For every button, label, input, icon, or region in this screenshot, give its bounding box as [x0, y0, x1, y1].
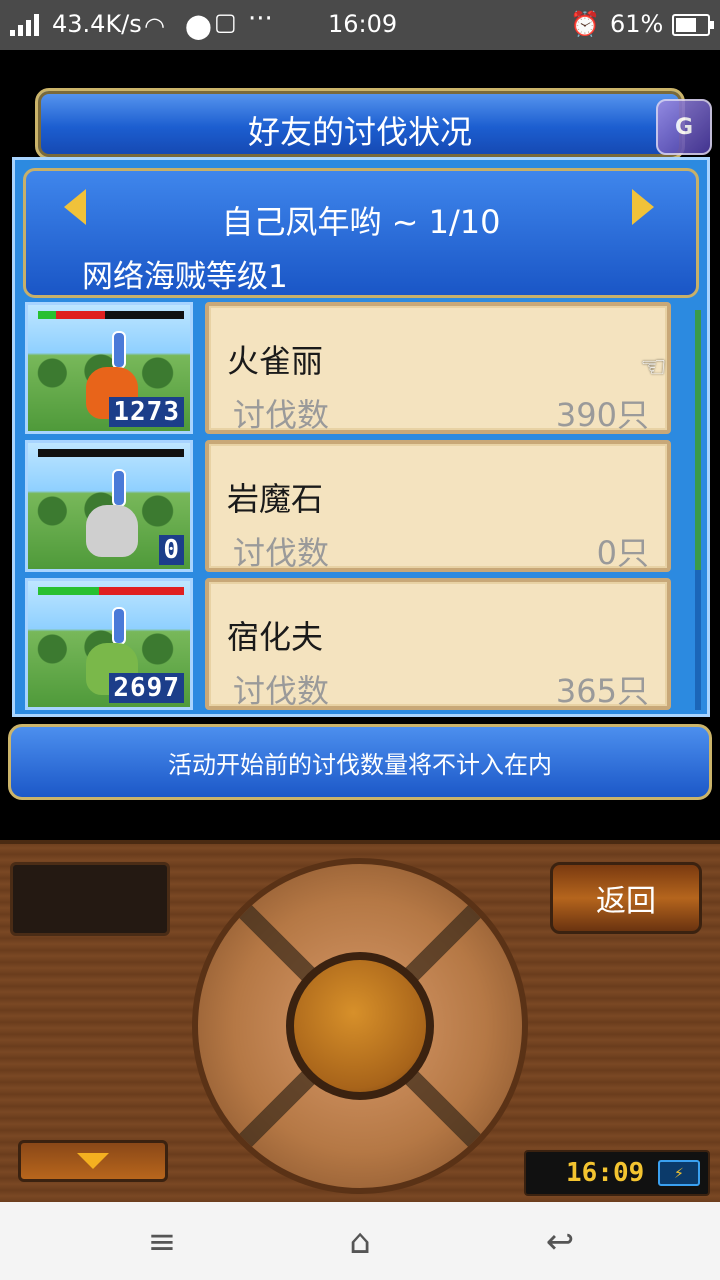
monster-name: 宿化夫 [227, 618, 324, 656]
list-scrollbar[interactable] [695, 310, 701, 710]
dpad-center-button[interactable] [286, 952, 434, 1100]
controller-screen [10, 862, 170, 936]
status-bar: 43.4K/s ◠ ⬤ ▢ ··· 16:09 ⏰ 61% [0, 0, 720, 50]
notice-banner: 活动开始前的讨伐数量将不计入在内 [8, 724, 712, 800]
hp-bar [38, 311, 184, 319]
alert-icon [112, 607, 126, 645]
kill-count: 0只 [596, 534, 649, 572]
game-controller: 返回 16:09 ⚡ [0, 840, 720, 1202]
list-item[interactable]: 0 岩魔石 讨伐数 0只 [23, 438, 683, 574]
gg-badge-icon[interactable]: G [656, 99, 712, 155]
menu-icon[interactable]: ≡ [132, 1220, 192, 1264]
list-item[interactable]: 1273 火雀丽 讨伐数 390只 [23, 300, 683, 436]
monster-level: 0 [159, 535, 184, 565]
back-icon[interactable]: ↩ [530, 1220, 590, 1264]
pirate-level: 网络海贼等级1 [82, 259, 288, 295]
monster-name: 火雀丽 [227, 342, 324, 380]
alarm-icon: ⏰ [570, 10, 600, 38]
down-button[interactable] [18, 1140, 168, 1182]
more-icon: ··· [248, 4, 273, 34]
friends-panel: 自己凤年哟 ~ 1/10 网络海贼等级1 1273 火雀丽 讨伐数 390只 0… [12, 157, 710, 717]
monster-level: 2697 [109, 673, 184, 703]
kill-label: 讨伐数 [233, 534, 330, 572]
friend-header: 自己凤年哟 ~ 1/10 网络海贼等级1 [23, 168, 699, 298]
wifi-icon: ◠ [144, 12, 165, 40]
system-nav-bar: ≡ ⌂ ↩ [0, 1202, 720, 1280]
game-clock: 16:09 ⚡ [524, 1150, 710, 1196]
signal-icon [10, 14, 39, 36]
monster-thumbnail: 0 [25, 440, 193, 572]
hp-bar [38, 587, 184, 595]
monster-thumbnail: 2697 [25, 578, 193, 710]
title-banner: 好友的讨伐状况 G [35, 88, 712, 160]
next-arrow-icon[interactable] [632, 189, 654, 225]
monster-card[interactable]: 宿化夫 讨伐数 365只 [205, 578, 671, 710]
monster-list[interactable]: 1273 火雀丽 讨伐数 390只 0 岩魔石 讨伐数 0只 2697 宿化夫 … [23, 300, 683, 710]
kill-label: 讨伐数 [233, 672, 330, 710]
monster-card[interactable]: 岩魔石 讨伐数 0只 [205, 440, 671, 572]
kill-label: 讨伐数 [233, 396, 330, 434]
rock-golem-icon [86, 505, 138, 557]
home-icon[interactable]: ⌂ [330, 1220, 390, 1264]
status-time: 16:09 [328, 10, 398, 38]
kill-count: 365只 [555, 672, 649, 710]
back-button[interactable]: 返回 [550, 862, 702, 934]
monster-level: 1273 [109, 397, 184, 427]
dpad[interactable] [192, 858, 528, 1194]
page-title: 好友的讨伐状况 [247, 113, 472, 151]
friend-name: 自己凤年哟 ~ 1/10 [221, 203, 501, 241]
battery-icon [672, 14, 714, 36]
notification-icon: ⬤ [185, 12, 212, 40]
game-clock-time: 16:09 [566, 1158, 645, 1188]
hand-pointer-icon: ☜ [640, 350, 667, 385]
hp-bar [38, 449, 184, 457]
charging-battery-icon: ⚡ [658, 1160, 700, 1186]
chat-icon: ▢ [214, 8, 237, 36]
monster-thumbnail: 1273 [25, 302, 193, 434]
monster-card[interactable]: 火雀丽 讨伐数 390只 [205, 302, 671, 434]
network-speed: 43.4K/s [52, 10, 142, 38]
monster-name: 岩魔石 [227, 480, 324, 518]
battery-percent: 61% [610, 10, 664, 38]
alert-icon [112, 331, 126, 369]
down-arrow-icon [77, 1153, 109, 1169]
kill-count: 390只 [555, 396, 649, 434]
alert-icon [112, 469, 126, 507]
list-item[interactable]: 2697 宿化夫 讨伐数 365只 [23, 576, 683, 712]
